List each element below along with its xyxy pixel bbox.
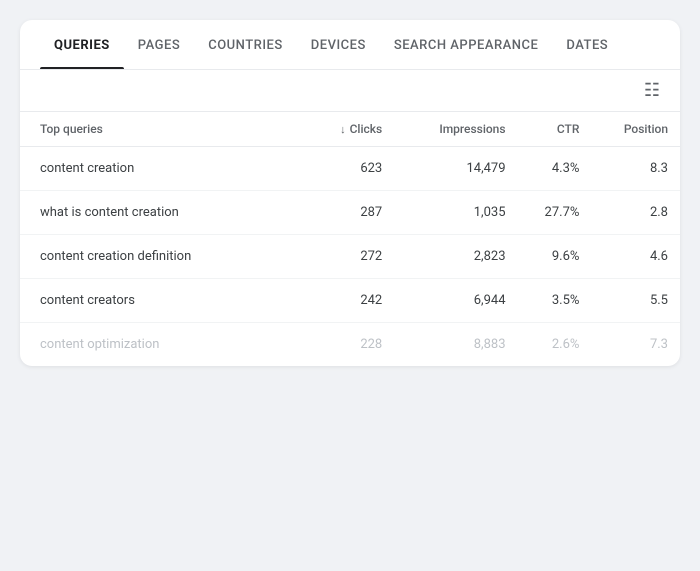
table-row: content creation62314,4794.3%8.3 xyxy=(20,147,680,191)
cell-impressions: 8,883 xyxy=(394,323,517,367)
cell-clicks: 623 xyxy=(309,147,394,191)
cell-impressions: 14,479 xyxy=(394,147,517,191)
cell-position: 7.3 xyxy=(591,323,680,367)
tab-countries[interactable]: COUNTRIES xyxy=(194,20,297,69)
cell-impressions: 1,035 xyxy=(394,191,517,235)
cell-query[interactable]: content optimization xyxy=(20,323,309,367)
table-row: content optimization2288,8832.6%7.3 xyxy=(20,323,680,367)
filter-icon[interactable]: ☷ xyxy=(644,80,660,101)
cell-query[interactable]: content creation definition xyxy=(20,235,309,279)
cell-ctr: 4.3% xyxy=(518,147,592,191)
tab-bar: QUERIES PAGES COUNTRIES DEVICES SEARCH A… xyxy=(20,20,680,70)
tab-pages[interactable]: PAGES xyxy=(124,20,194,69)
cell-query[interactable]: what is content creation xyxy=(20,191,309,235)
cell-ctr: 9.6% xyxy=(518,235,592,279)
cell-position: 5.5 xyxy=(591,279,680,323)
col-header-query: Top queries xyxy=(20,112,309,147)
tab-search-appearance[interactable]: SEARCH APPEARANCE xyxy=(380,20,553,69)
col-header-clicks[interactable]: ↓ Clicks xyxy=(309,112,394,147)
tab-dates[interactable]: DATES xyxy=(552,20,622,69)
cell-query[interactable]: content creators xyxy=(20,279,309,323)
main-card: QUERIES PAGES COUNTRIES DEVICES SEARCH A… xyxy=(20,20,680,366)
cell-position: 4.6 xyxy=(591,235,680,279)
cell-ctr: 2.6% xyxy=(518,323,592,367)
cell-ctr: 27.7% xyxy=(518,191,592,235)
table-header-row: Top queries ↓ Clicks Impressions CTR Pos… xyxy=(20,112,680,147)
tab-devices[interactable]: DEVICES xyxy=(297,20,380,69)
filter-row: ☷ xyxy=(20,70,680,112)
cell-impressions: 6,944 xyxy=(394,279,517,323)
cell-query[interactable]: content creation xyxy=(20,147,309,191)
table-row: what is content creation2871,03527.7%2.8 xyxy=(20,191,680,235)
cell-position: 8.3 xyxy=(591,147,680,191)
tab-queries[interactable]: QUERIES xyxy=(40,20,124,69)
cell-clicks: 228 xyxy=(309,323,394,367)
col-header-impressions: Impressions xyxy=(394,112,517,147)
col-header-ctr: CTR xyxy=(518,112,592,147)
cell-clicks: 242 xyxy=(309,279,394,323)
table-row: content creators2426,9443.5%5.5 xyxy=(20,279,680,323)
cell-impressions: 2,823 xyxy=(394,235,517,279)
col-header-position: Position xyxy=(591,112,680,147)
cell-ctr: 3.5% xyxy=(518,279,592,323)
cell-clicks: 287 xyxy=(309,191,394,235)
table-row: content creation definition2722,8239.6%4… xyxy=(20,235,680,279)
cell-clicks: 272 xyxy=(309,235,394,279)
sort-arrow-icon: ↓ xyxy=(340,123,346,136)
cell-position: 2.8 xyxy=(591,191,680,235)
queries-table: Top queries ↓ Clicks Impressions CTR Pos… xyxy=(20,112,680,366)
